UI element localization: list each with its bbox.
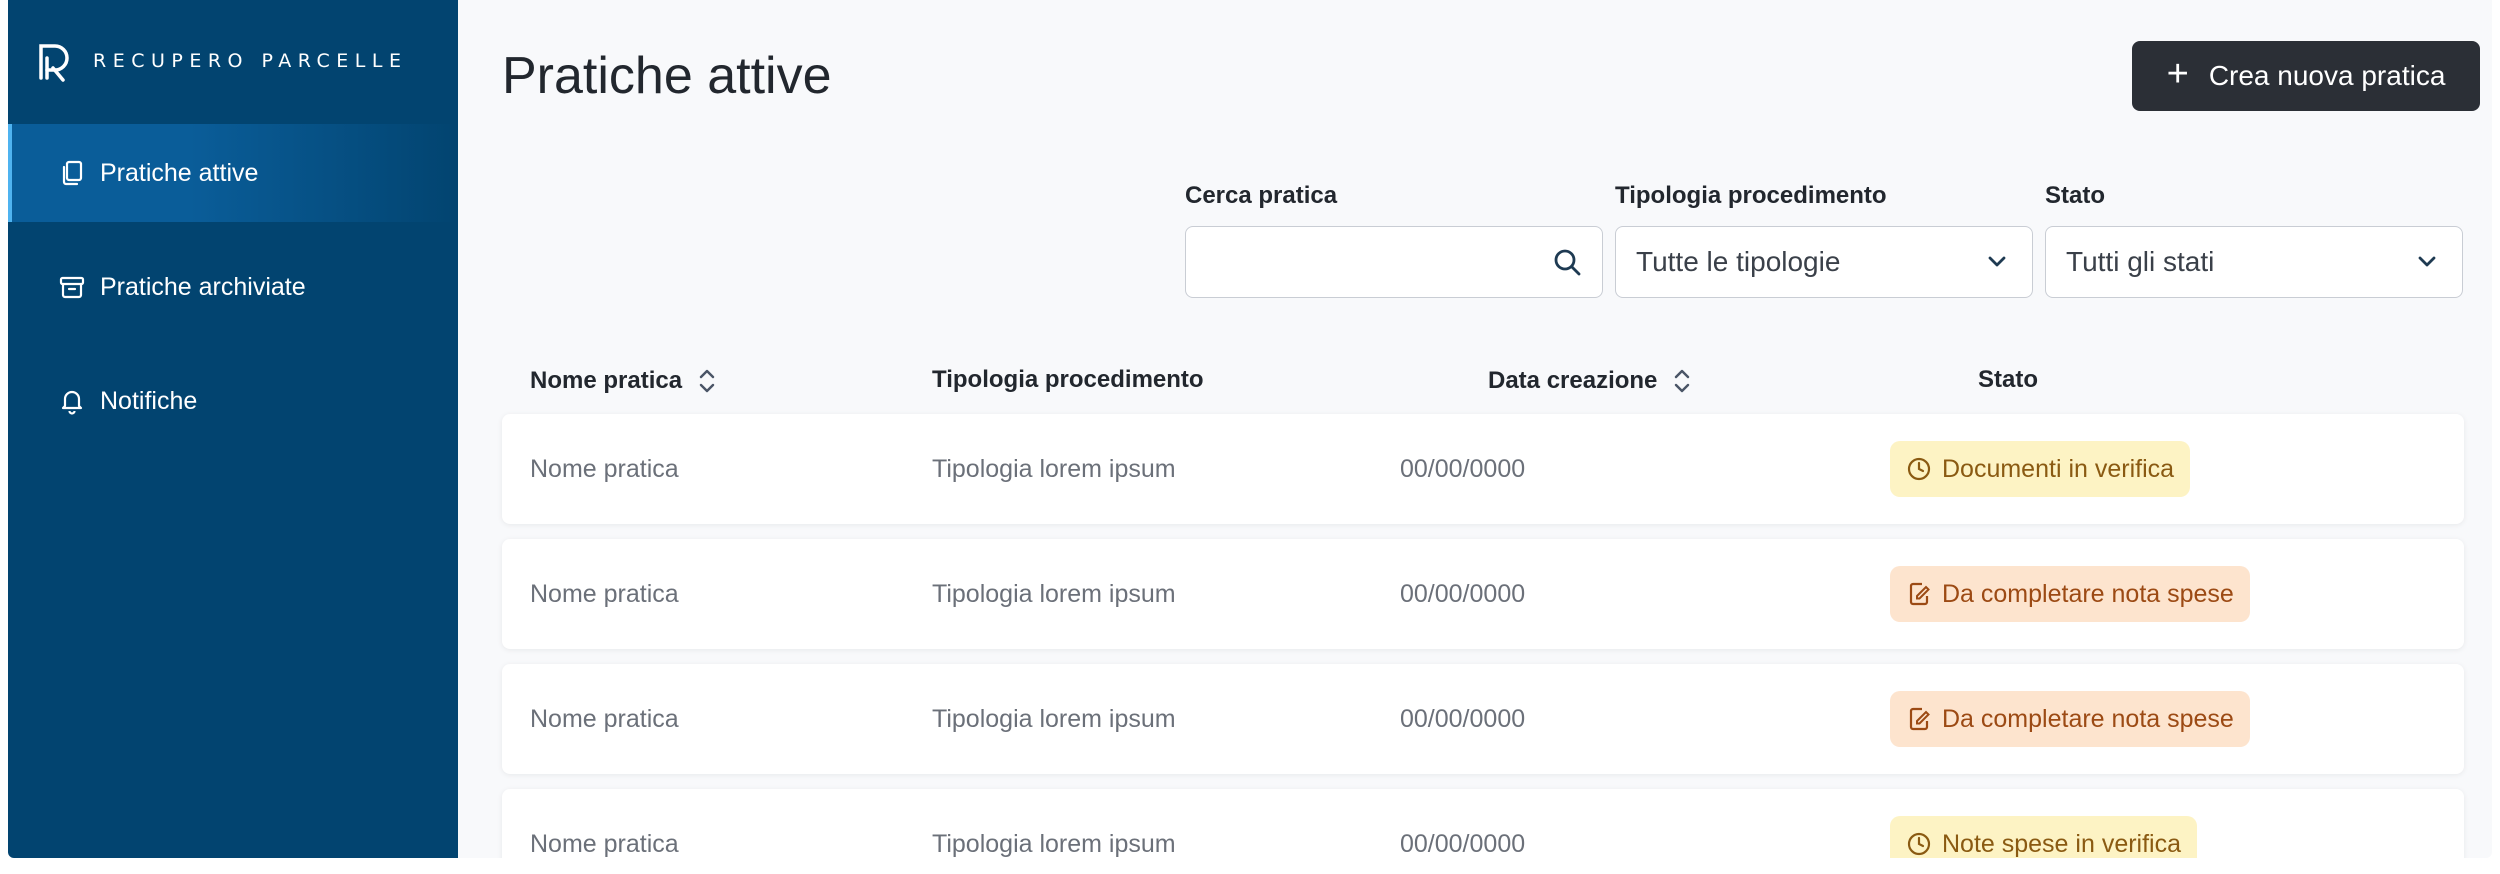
table-row[interactable]: Nome pratica Tipologia lorem ipsum 00/00… [502, 789, 2464, 858]
create-practice-label: Crea nuova pratica [2208, 60, 2446, 91]
status-badge: Documenti in verifica [1890, 441, 2191, 497]
search-icon[interactable] [1552, 247, 1582, 277]
status-label: Note spese in verifica [1942, 829, 2182, 858]
search-input[interactable] [1206, 246, 1526, 278]
practice-list: Nome pratica Tipologia lorem ipsum 00/00… [502, 414, 2464, 858]
sidebar: RECUPERO PARCELLE Pratiche attive Pratic… [8, 0, 458, 858]
status-label: Da completare nota spese [1942, 704, 2234, 733]
plus-icon: + [2166, 53, 2189, 95]
sidebar-item-notifiche[interactable]: Notifiche [8, 352, 458, 450]
edit-document-icon [1909, 582, 1930, 606]
cell-stato: Da completare nota spese [1890, 664, 2250, 774]
column-header-nome[interactable]: Nome pratica [530, 366, 718, 396]
clock-icon [1907, 457, 1931, 481]
status-label: Da completare nota spese [1942, 579, 2234, 608]
search-filter: Cerca pratica [1185, 182, 1603, 298]
sidebar-nav: Pratiche attive Pratiche archiviate Noti… [8, 124, 458, 466]
brand-name: RECUPERO PARCELLE [93, 50, 408, 72]
sidebar-item-label: Notifiche [100, 386, 198, 415]
cell-data: 00/00/0000 [1400, 579, 1526, 608]
sidebar-item-label: Pratiche archiviate [100, 272, 306, 301]
search-label: Cerca pratica [1185, 182, 1338, 209]
table-row[interactable]: Nome pratica Tipologia lorem ipsum 00/00… [502, 539, 2464, 649]
app-window: RECUPERO PARCELLE Pratiche attive Pratic… [8, 0, 2492, 858]
status-badge: Da completare nota spese [1890, 691, 2250, 747]
stato-value: Tutti gli stati [2066, 246, 2215, 277]
cell-tipologia: Tipologia lorem ipsum [932, 829, 1176, 858]
clock-icon [1907, 832, 1931, 856]
brand: RECUPERO PARCELLE [35, 38, 407, 84]
tipologia-select[interactable]: Tutte le tipologie [1615, 226, 2033, 298]
column-header-stato: Stato [1978, 366, 2038, 394]
table-row[interactable]: Nome pratica Tipologia lorem ipsum 00/00… [502, 414, 2464, 524]
sidebar-item-label: Pratiche attive [100, 158, 259, 187]
stato-filter: Stato Tutti gli stati [2045, 182, 2463, 298]
brand-logo-icon [39, 44, 69, 82]
cell-data: 00/00/0000 [1400, 829, 1526, 858]
column-header-label: Stato [1978, 366, 2038, 393]
main-content: Pratiche attive + Crea nuova pratica Cer… [458, 0, 2492, 858]
cell-data: 00/00/0000 [1400, 454, 1526, 483]
stato-label: Stato [2045, 182, 2105, 209]
page-title: Pratiche attive [502, 47, 832, 105]
table-header: Nome pratica Tipologia procedimento Data… [458, 366, 2492, 406]
cell-stato: Da completare nota spese [1890, 539, 2250, 649]
create-practice-button[interactable]: + Crea nuova pratica [2132, 41, 2480, 111]
filters-bar: Cerca pratica Tipologia procedimento Tut… [1185, 182, 2463, 298]
cell-nome: Nome pratica [530, 579, 679, 608]
cell-data: 00/00/0000 [1400, 704, 1526, 733]
status-badge: Note spese in verifica [1890, 816, 2198, 858]
archive-icon [59, 276, 85, 299]
tipologia-value: Tutte le tipologie [1636, 246, 1841, 277]
bell-icon [61, 390, 83, 415]
chevron-down-icon [2418, 256, 2436, 267]
sidebar-item-pratiche-attive[interactable]: Pratiche attive [8, 124, 458, 222]
cell-tipologia: Tipologia lorem ipsum [932, 454, 1176, 483]
cell-nome: Nome pratica [530, 829, 679, 858]
column-header-tipologia: Tipologia procedimento [932, 366, 1204, 394]
sort-icon[interactable] [1671, 366, 1693, 396]
cell-nome: Nome pratica [530, 454, 679, 483]
cell-stato: Documenti in verifica [1890, 414, 2191, 524]
tipologia-label: Tipologia procedimento [1615, 182, 1887, 209]
chevron-down-icon [1988, 256, 2006, 267]
status-badge: Da completare nota spese [1890, 566, 2250, 622]
column-header-data[interactable]: Data creazione [1488, 366, 1693, 396]
sidebar-item-pratiche-archiviate[interactable]: Pratiche archiviate [8, 238, 458, 336]
search-field[interactable] [1185, 226, 1603, 298]
cell-stato: Note spese in verifica [1890, 789, 2198, 858]
cell-nome: Nome pratica [530, 704, 679, 733]
files-icon [62, 160, 83, 186]
table-row[interactable]: Nome pratica Tipologia lorem ipsum 00/00… [502, 664, 2464, 774]
stato-select[interactable]: Tutti gli stati [2045, 226, 2463, 298]
status-label: Documenti in verifica [1942, 454, 2175, 483]
edit-document-icon [1909, 707, 1930, 731]
column-header-label: Nome pratica [530, 367, 683, 394]
sort-icon[interactable] [696, 366, 718, 396]
cell-tipologia: Tipologia lorem ipsum [932, 579, 1176, 608]
column-header-label: Tipologia procedimento [932, 366, 1204, 393]
column-header-label: Data creazione [1488, 367, 1658, 394]
cell-tipologia: Tipologia lorem ipsum [932, 704, 1176, 733]
tipologia-filter: Tipologia procedimento Tutte le tipologi… [1615, 182, 2033, 298]
